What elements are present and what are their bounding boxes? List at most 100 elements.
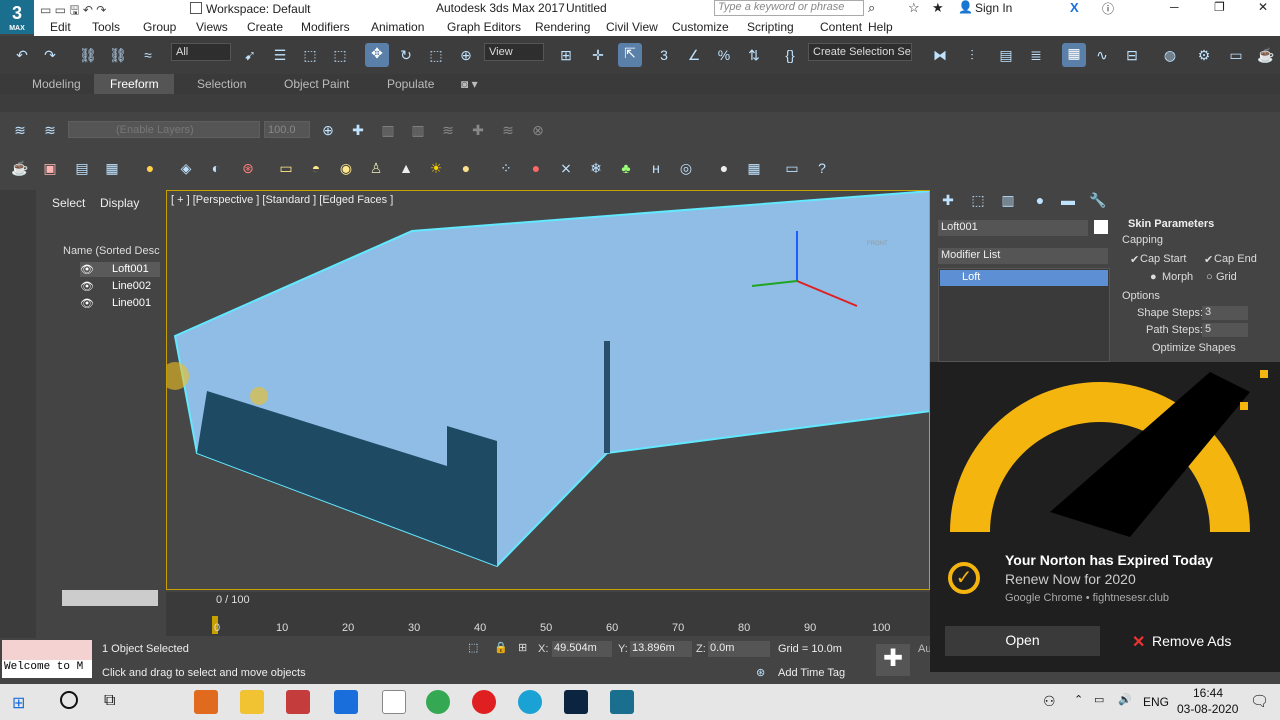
create-panel-icon[interactable]: ✚ — [938, 190, 958, 210]
mail-icon[interactable] — [334, 690, 358, 714]
align-icon[interactable]: ⫶ — [962, 45, 982, 65]
rendered-frame-window-icon[interactable]: ▭ — [1226, 45, 1246, 65]
tab-selection[interactable]: Selection — [197, 77, 246, 91]
modifier-list-dropdown[interactable]: Modifier List — [938, 248, 1108, 264]
open-button[interactable]: Open — [945, 626, 1100, 656]
render-icon[interactable]: ▣ — [40, 158, 60, 178]
snaps-toggle-icon[interactable]: 3 — [654, 45, 674, 65]
sign-in-link[interactable]: Sign In — [975, 1, 1012, 15]
material-sphere-icon[interactable]: ● — [714, 158, 734, 178]
angle-snap-icon[interactable]: ∠ — [684, 45, 704, 65]
cap-end-checkbox[interactable]: ✔ — [1204, 253, 1213, 266]
visibility-icon[interactable]: 👁 — [80, 263, 94, 276]
edge-icon[interactable] — [518, 690, 542, 714]
y-coordinate-field[interactable]: 13.896m — [630, 641, 692, 657]
named-selection-sets-dropdown[interactable]: Create Selection Se — [808, 43, 912, 61]
keyboard-shortcut-override-icon[interactable]: ⇱ — [618, 43, 642, 67]
menu-customize[interactable]: Customize — [672, 20, 729, 34]
language-indicator[interactable]: ENG — [1143, 695, 1169, 709]
foliage-icon[interactable]: ♣ — [616, 158, 636, 178]
file-explorer-icon[interactable] — [240, 690, 264, 714]
tab-select[interactable]: Select — [52, 196, 85, 210]
bind-space-warp-icon[interactable]: ≈ — [138, 45, 158, 65]
loft-object[interactable] — [173, 191, 930, 568]
bowl-icon[interactable]: ♙ — [366, 158, 386, 178]
clock-time[interactable]: 16:44 — [1193, 686, 1223, 700]
close-button[interactable]: ✕ — [1258, 0, 1268, 14]
search-icon[interactable] — [60, 691, 78, 709]
cap-start-checkbox[interactable]: ✔ — [1130, 253, 1139, 266]
document-icon[interactable] — [190, 2, 202, 14]
remove-ads-button[interactable]: Remove Ads — [1152, 633, 1231, 649]
morph-radio[interactable]: ● — [1150, 271, 1157, 283]
viewcube[interactable]: FRONT — [867, 241, 888, 247]
camera-rig-icon[interactable]: ◈ — [176, 158, 196, 178]
help-icon[interactable]: ⓘ — [1102, 0, 1114, 17]
utilities-icon[interactable]: ▭ — [782, 158, 802, 178]
search-input[interactable]: Type a keyword or phrase — [714, 0, 864, 16]
opera-icon[interactable] — [472, 690, 496, 714]
hair-fur-icon[interactable]: ʜ — [646, 158, 666, 178]
rollout-skin-parameters[interactable]: Skin Parameters — [1128, 218, 1214, 230]
film-icon[interactable]: ⊛ — [238, 158, 258, 178]
curve-editor-icon[interactable]: ∿ — [1092, 45, 1112, 65]
tab-freeform[interactable]: Freeform — [110, 77, 159, 91]
restore-button[interactable]: ❐ — [1214, 0, 1225, 14]
freeze-layer-icon[interactable]: ≋ — [498, 120, 518, 140]
help-circle-icon[interactable]: ? — [812, 158, 832, 178]
selection-filter-dropdown[interactable]: All — [171, 43, 231, 61]
select-and-place-icon[interactable]: ⊕ — [456, 45, 476, 65]
sphere-light-icon[interactable]: ◉ — [336, 158, 356, 178]
copy-layer-icon[interactable]: ▥ — [408, 120, 428, 140]
perspective-viewport[interactable]: [ + ] [Perspective ] [Standard ] [Edged … — [166, 190, 930, 590]
schematic-view-icon[interactable]: ⊟ — [1122, 45, 1142, 65]
list-icon[interactable]: ▤ — [72, 158, 92, 178]
tab-populate[interactable]: Populate — [387, 77, 434, 91]
toggle-scene-explorer-icon[interactable]: ▤ — [996, 45, 1016, 65]
teapot-icon[interactable]: ☕ — [10, 158, 30, 178]
tab-object-paint[interactable]: Object Paint — [284, 77, 349, 91]
chrome-icon[interactable] — [426, 690, 450, 714]
menu-tools[interactable]: Tools — [92, 20, 120, 34]
cone-icon[interactable]: ▲ — [396, 158, 416, 178]
menu-scripting[interactable]: Scripting — [747, 20, 794, 34]
tab-display[interactable]: Display — [100, 196, 139, 210]
set-key-icon[interactable]: ✚ — [876, 644, 910, 676]
workspace-selector[interactable]: Workspace: Default — [206, 2, 311, 16]
menu-edit[interactable]: Edit — [50, 20, 71, 34]
light-icon[interactable]: ● — [140, 158, 160, 178]
isolate-icon[interactable]: ⬚ — [468, 641, 478, 654]
ribbon-toggle-icon[interactable]: ▦ — [1062, 43, 1086, 67]
link-icon[interactable]: ⛓ — [78, 45, 98, 65]
menu-animation[interactable]: Animation — [371, 20, 424, 34]
object-name-field[interactable]: Loft001 — [938, 220, 1088, 236]
z-coordinate-field[interactable]: 0.0m — [708, 641, 770, 657]
menu-rendering[interactable]: Rendering — [535, 20, 590, 34]
start-icon[interactable]: ⊞ — [12, 693, 25, 713]
select-by-name-icon[interactable]: ☰ — [270, 45, 290, 65]
hide-layer-icon[interactable]: ⊗ — [528, 120, 548, 140]
task-view-icon[interactable]: ⧉ — [104, 692, 115, 710]
acrobat-icon[interactable] — [286, 690, 310, 714]
hierarchy-panel-icon[interactable]: ▥ — [998, 190, 1018, 210]
material-editor-icon[interactable]: ◍ — [1160, 45, 1180, 65]
visibility-icon[interactable]: 👁 — [80, 280, 94, 293]
spinner-snap-icon[interactable]: ⇅ — [744, 45, 764, 65]
list-item[interactable]: Line001 — [112, 297, 151, 309]
select-and-scale-icon[interactable]: ⬚ — [426, 45, 446, 65]
minimize-button[interactable]: ─ — [1170, 0, 1179, 14]
menu-content[interactable]: Content — [820, 20, 862, 34]
ribbon-options-icon[interactable]: ◙ ▾ — [461, 77, 478, 91]
table-icon[interactable]: ▦ — [102, 158, 122, 178]
select-object-icon[interactable]: ➹ — [240, 45, 260, 65]
dome-icon[interactable]: ◓ — [306, 158, 326, 178]
bomb-icon[interactable]: ● — [526, 158, 546, 178]
exchange-icon[interactable]: X — [1070, 0, 1079, 15]
material-grid-icon[interactable]: ▦ — [744, 158, 764, 178]
menu-create[interactable]: Create — [247, 20, 283, 34]
unlink-icon[interactable]: ⛓ — [108, 45, 128, 65]
notepad-icon[interactable] — [382, 690, 406, 714]
undo-icon[interactable]: ↶ — [12, 45, 32, 65]
named-selection-icon[interactable]: {} — [780, 45, 800, 65]
object-color-swatch[interactable] — [1094, 220, 1108, 234]
